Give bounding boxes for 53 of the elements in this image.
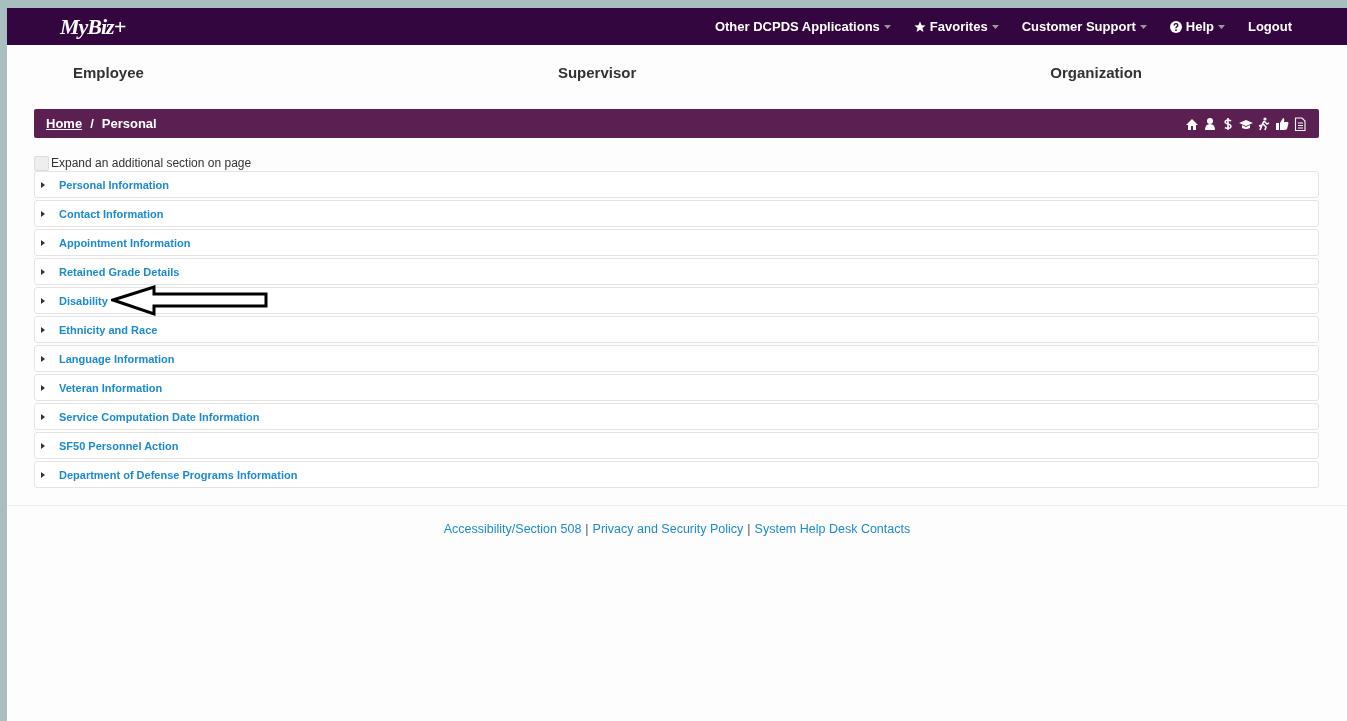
role-tab[interactable]: Organization	[1050, 64, 1142, 81]
caret-right-icon[interactable]	[41, 413, 45, 420]
checkbox-label: Expand an additional section on page	[51, 156, 252, 170]
breadcrumb-separator: /	[90, 116, 94, 131]
footer-link[interactable]: System Help Desk Contacts	[754, 522, 911, 536]
section-title[interactable]: Service Computation Date Information	[59, 410, 260, 423]
section-title[interactable]: Contact Information	[59, 207, 164, 220]
nav-menu-item[interactable]: Logout	[1247, 19, 1292, 34]
figure-icon[interactable]	[1257, 116, 1271, 131]
logo[interactable]: MyBiz+	[60, 13, 126, 40]
section-title[interactable]: Appointment Information	[59, 236, 191, 249]
nav-menu-item[interactable]: Help	[1169, 19, 1225, 34]
caret-right-icon[interactable]	[41, 471, 45, 478]
caret-icon	[883, 24, 891, 29]
caret-right-icon[interactable]	[41, 326, 45, 333]
checkbox[interactable]	[34, 155, 49, 171]
caret-right-icon[interactable]	[41, 239, 45, 246]
caret-right-icon[interactable]	[41, 384, 45, 391]
caret-right-icon[interactable]	[41, 210, 45, 217]
caret-icon	[991, 24, 999, 29]
section-title[interactable]: Disability	[59, 294, 108, 307]
section-title[interactable]: Retained Grade Details	[59, 265, 180, 278]
footer-link[interactable]: Privacy and Security Policy	[592, 522, 744, 536]
star-icon	[913, 20, 926, 33]
role-tab[interactable]: Employee	[73, 64, 144, 81]
caret-right-icon[interactable]	[41, 181, 45, 188]
help-icon	[1169, 20, 1182, 33]
nav-menu-item[interactable]: Other DCPDS Applications	[714, 19, 891, 34]
dollar-icon[interactable]	[1221, 116, 1235, 131]
section-title[interactable]: Veteran Information	[59, 381, 163, 394]
caret-icon	[1217, 24, 1225, 29]
thumbs-up-icon[interactable]	[1275, 116, 1289, 131]
caret-right-icon[interactable]	[41, 297, 45, 304]
footer-link[interactable]: Accessibility/Section 508	[443, 522, 582, 536]
home-link[interactable]: Home	[46, 116, 83, 131]
caret-right-icon[interactable]	[41, 442, 45, 449]
breadcrumb-current: Personal	[101, 116, 157, 131]
section-title[interactable]: Department of Defense Programs Information	[59, 468, 298, 481]
document-icon[interactable]	[1293, 116, 1307, 131]
section-title[interactable]: Ethnicity and Race	[59, 323, 158, 336]
person-icon[interactable]	[1203, 116, 1217, 131]
section-title[interactable]: Language Information	[59, 352, 175, 365]
caret-icon	[1139, 24, 1147, 29]
caret-right-icon[interactable]	[41, 268, 45, 275]
role-tab[interactable]: Supervisor	[557, 64, 637, 81]
section-title[interactable]: Personal Information	[59, 178, 170, 191]
home-icon[interactable]	[1185, 116, 1199, 131]
nav-menu-item[interactable]: Favorites	[913, 19, 999, 34]
link-separator: |	[747, 522, 751, 536]
section-title[interactable]: SF50 Personnel Action	[59, 439, 179, 452]
link-separator: |	[585, 522, 589, 536]
nav-menu-item[interactable]: Customer Support	[1021, 19, 1147, 34]
caret-right-icon[interactable]	[41, 355, 45, 362]
